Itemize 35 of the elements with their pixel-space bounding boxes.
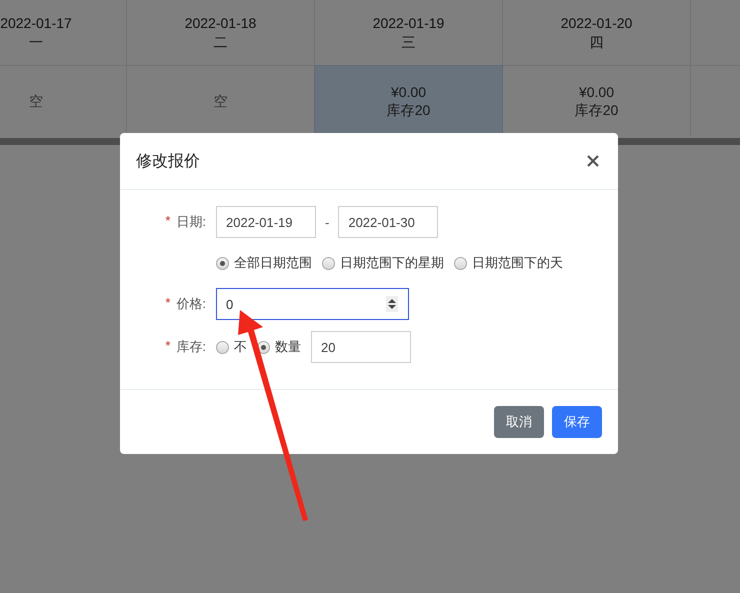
weekday-label: 四 (590, 32, 604, 52)
required-mark: * (165, 338, 170, 355)
date-label: 2022-01-17 (0, 14, 72, 32)
radio-button[interactable] (322, 256, 335, 270)
close-icon[interactable] (587, 155, 599, 167)
weekday-label: 二 (214, 32, 228, 52)
weekday-label: 三 (402, 32, 416, 52)
radio-label[interactable]: 日期范围下的星期 (340, 254, 444, 272)
dialog-button[interactable]: 保存 (552, 406, 602, 438)
field-label: 价格: (176, 295, 206, 313)
date-label: 2022-01-19 (372, 14, 444, 32)
radio-label[interactable]: 数量 (275, 338, 301, 356)
calendar-cell[interactable]: ¥0.00 库存20 (315, 66, 502, 136)
price-input[interactable]: 0 (216, 288, 409, 320)
spinner-icon[interactable] (386, 296, 398, 312)
field-label: 库存: (176, 338, 206, 356)
date-label: 2022-01-20 (560, 14, 632, 32)
required-mark: * (165, 295, 170, 312)
radio-button[interactable] (454, 256, 467, 270)
required-mark: * (165, 213, 170, 230)
dialog-title: 修改报价 (136, 152, 200, 172)
radio-button[interactable] (216, 340, 229, 354)
radio-button[interactable] (216, 256, 229, 270)
radio-label[interactable]: 全部日期范围 (234, 254, 312, 272)
range-separator: - (325, 214, 330, 230)
quantity-input[interactable]: 20 (311, 331, 411, 363)
date-label: 2022-01-18 (184, 14, 256, 32)
radio-label[interactable]: 日期范围下的天 (472, 254, 563, 272)
radio-label[interactable]: 不 (234, 338, 247, 356)
end-date-field[interactable]: 2022-01-30 (338, 206, 438, 238)
dialog-button[interactable]: 取消 (494, 406, 544, 438)
field-label: 日期: (176, 213, 206, 231)
weekday-label: 一 (29, 32, 43, 52)
calendar-cell[interactable]: ¥0.00 库存20 (503, 66, 690, 136)
start-date-field[interactable]: 2022-01-19 (216, 206, 316, 238)
